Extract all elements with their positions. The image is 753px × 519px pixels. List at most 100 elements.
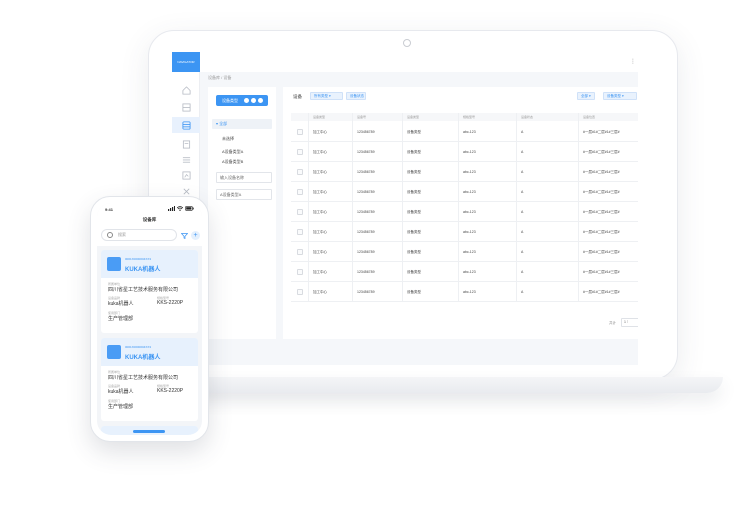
table-row[interactable]: 加工中心 123456789 设备类型 abc-123 A #一层#1#二层#1#三层#: [291, 262, 638, 282]
table-cell: 123456789: [357, 210, 375, 214]
device-table-panel: 设备 所有类型 ▾ 设备状态 全部 ▾ 设备类型 ▾ 设备类型 设备号 设备类型…: [283, 87, 638, 339]
table-cell: 设备类型: [407, 210, 421, 214]
status-filter[interactable]: 设备状态: [346, 92, 366, 100]
column-header[interactable]: 设备类型: [407, 113, 419, 121]
row-checkbox[interactable]: [297, 269, 303, 275]
table-header: 设备类型 设备号 设备类型 规格型号 设备状态 设备位置: [291, 113, 638, 121]
table-row[interactable]: 加工中心 123456789 设备类型 abc-123 A #一层#1#二层#1#三层#: [291, 122, 638, 142]
row-checkbox[interactable]: [297, 249, 303, 255]
table-cell: #一层#1#二层#1#三层#: [583, 230, 620, 234]
table-row[interactable]: 加工中心 123456789 设备类型 abc-123 A #一层#1#二层#1#三层#: [291, 202, 638, 222]
row-checkbox[interactable]: [297, 169, 303, 175]
table-cell: 加工中心: [313, 250, 327, 254]
dashboard-icon[interactable]: [180, 101, 192, 113]
org-value: 四川省星工艺技术服务有限公司: [108, 375, 179, 381]
table-cell: #一层#1#二层#1#三层#: [583, 210, 620, 214]
dept-value: 生产管理部: [108, 404, 134, 410]
table-row[interactable]: 加工中心 123456789 设备类型 abc-123 A #一层#1#二层#1#三层#: [291, 222, 638, 242]
add-icon[interactable]: [244, 98, 249, 103]
table-cell: abc-123: [463, 270, 476, 274]
table-cell: A: [521, 130, 524, 134]
search-input[interactable]: 搜索: [101, 229, 177, 241]
device-card[interactable]: 0001X0000004XX3 KUKA机器人 所属单位 四川省星工艺技术服务有…: [101, 250, 198, 333]
pager-label: 共计: [609, 321, 616, 325]
table-row[interactable]: 加工中心 123456789 设备类型 abc-123 A #一层#1#二层#1#三层#: [291, 162, 638, 182]
table-row[interactable]: 加工中心 123456789 设备类型 abc-123 A #一层#1#二层#1#三层#: [291, 282, 638, 302]
type-filter[interactable]: 所有类型 ▾: [310, 92, 343, 100]
model-value: KKS-2220P: [157, 300, 184, 306]
table-cell: 设备类型: [407, 250, 421, 254]
row-checkbox[interactable]: [297, 129, 303, 135]
card-header: 0001X0000004XX3 KUKA机器人: [101, 250, 198, 278]
table-cell: #一层#1#二层#1#三层#: [583, 270, 620, 274]
table-cell: abc-123: [463, 210, 476, 214]
column-header[interactable]: 设备号: [357, 113, 366, 121]
column-header[interactable]: 设备类型: [313, 113, 325, 121]
more-icon[interactable]: ⋮: [630, 58, 636, 65]
table-cell: abc-123: [463, 290, 476, 294]
edit-icon[interactable]: [251, 98, 256, 103]
table-cell: 123456789: [357, 130, 375, 134]
table-cell: abc-123: [463, 130, 476, 134]
table-cell: 加工中心: [313, 270, 327, 274]
phone-notch: [135, 203, 165, 208]
tree-node-all[interactable]: ▾ 全部: [212, 119, 272, 129]
row-checkbox[interactable]: [297, 149, 303, 155]
column-header[interactable]: 设备状态: [521, 113, 533, 121]
device-code: 0001X0000004XX3: [125, 345, 152, 349]
home-icon[interactable]: [180, 84, 192, 96]
table-cell: 123456789: [357, 230, 375, 234]
row-checkbox[interactable]: [297, 209, 303, 215]
signal-icon: [168, 206, 175, 211]
filter-icon[interactable]: [181, 233, 188, 239]
delete-icon[interactable]: [258, 98, 263, 103]
page-size-select[interactable]: 1 ⁝: [621, 318, 638, 327]
device-thumbnail: [107, 345, 121, 359]
tree-node[interactable]: A设备类型A: [216, 189, 272, 200]
table-cell: #一层#1#二层#1#三层#: [583, 250, 620, 254]
table-row[interactable]: 加工中心 123456789 设备类型 abc-123 A #一层#1#二层#1#三层#: [291, 242, 638, 262]
table-cell: #一层#1#二层#1#三层#: [583, 290, 620, 294]
add-icon[interactable]: +: [191, 231, 200, 240]
row-checkbox[interactable]: [297, 189, 303, 195]
add-type-button[interactable]: 设备类型: [216, 95, 268, 106]
tree-name-input[interactable]: 输入设备名称: [216, 172, 272, 183]
table-cell: 123456789: [357, 290, 375, 294]
table-cell: 设备类型: [407, 170, 421, 174]
row-checkbox[interactable]: [297, 289, 303, 295]
device-type-filter[interactable]: 设备类型 ▾: [603, 92, 637, 100]
phone-page-title: 设备库: [97, 215, 202, 224]
table-cell: abc-123: [463, 170, 476, 174]
phone-search-bar: 搜索 +: [97, 224, 202, 246]
table-cell: #一层#1#二层#1#三层#: [583, 150, 620, 154]
table-cell: 加工中心: [313, 230, 327, 234]
document-icon[interactable]: [180, 138, 192, 150]
device-card[interactable]: 0001X0000004XX3 KUKA机器人 所属单位 四川省星工艺技术服务有…: [101, 338, 198, 421]
card-header: 0001X0000004XX3 KUKA机器人: [101, 338, 198, 366]
table-cell: 加工中心: [313, 190, 327, 194]
column-header[interactable]: 规格型号: [463, 113, 475, 121]
device-type-tree: 设备类型 ▾ 全部 未选择 A设备类型A A设备类型B 输入设备名称 A设备类型…: [208, 87, 276, 339]
device-name: KUKA机器人: [125, 355, 161, 361]
laptop-screen: NAVIGATOR ⋮ 设备库 / 设备 设备类型 ▾ 全部 未选择 A设备类型…: [172, 52, 638, 365]
range-filter[interactable]: 全部 ▾: [577, 92, 595, 100]
report-icon[interactable]: [180, 169, 192, 181]
table-row[interactable]: 加工中心 123456789 设备类型 abc-123 A #一层#1#二层#1#三层#: [291, 182, 638, 202]
brand-value: kuka机器人: [108, 301, 134, 307]
tree-node[interactable]: A设备类型B: [222, 159, 243, 165]
table-cell: A: [521, 210, 524, 214]
phone-frame: 9:41 设备库 搜索 + 0001X0000004XX3 KUKA机器人 所属: [90, 196, 209, 442]
org-value: 四川省星工艺技术服务有限公司: [108, 287, 179, 293]
device-code: 0001X0000004XX3: [125, 257, 152, 261]
table-cell: A: [521, 250, 524, 254]
table-cell: 设备类型: [407, 270, 421, 274]
table-cell: A: [521, 190, 524, 194]
list-icon[interactable]: [180, 153, 192, 165]
column-header[interactable]: 设备位置: [583, 113, 595, 121]
row-checkbox[interactable]: [297, 229, 303, 235]
table-cell: 加工中心: [313, 210, 327, 214]
device-library-icon[interactable]: [172, 117, 200, 133]
tree-node[interactable]: A设备类型A: [222, 149, 243, 155]
tree-node[interactable]: 未选择: [222, 136, 234, 142]
table-row[interactable]: 加工中心 123456789 设备类型 abc-123 A #一层#1#二层#1#三层#: [291, 142, 638, 162]
